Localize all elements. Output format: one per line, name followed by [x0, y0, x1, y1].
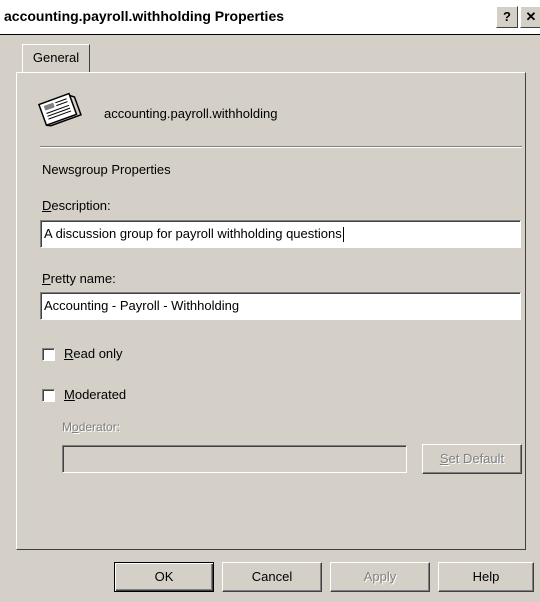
- read-only-label[interactable]: Read only: [64, 346, 123, 361]
- title-bar[interactable]: accounting.payroll.withholding Propertie…: [0, 0, 540, 35]
- separator: [40, 146, 522, 148]
- moderator-label: Moderator:: [62, 420, 121, 434]
- description-label: Description:: [42, 198, 111, 213]
- moderated-checkbox[interactable]: [42, 389, 55, 402]
- section-title: Newsgroup Properties: [42, 162, 171, 177]
- set-default-button: Set Default: [422, 444, 522, 474]
- cancel-button[interactable]: Cancel: [222, 562, 322, 592]
- tab-general[interactable]: General: [22, 44, 90, 72]
- description-field[interactable]: A discussion group for payroll withholdi…: [40, 220, 521, 248]
- help-title-button[interactable]: ?: [496, 6, 518, 28]
- pretty-name-label: Pretty name:: [42, 271, 116, 286]
- properties-dialog: accounting.payroll.withholding Propertie…: [0, 0, 540, 602]
- apply-button: Apply: [330, 562, 430, 592]
- ok-button[interactable]: OK: [114, 562, 214, 592]
- close-button[interactable]: ✕: [520, 6, 540, 28]
- tab-strip: General: [0, 34, 540, 74]
- window-title: accounting.payroll.withholding Propertie…: [4, 8, 285, 24]
- pretty-name-field[interactable]: Accounting - Payroll - Withholding: [40, 292, 521, 320]
- newsgroup-name: accounting.payroll.withholding: [104, 106, 278, 121]
- help-button[interactable]: Help: [438, 562, 534, 592]
- moderator-field: [62, 445, 407, 473]
- moderated-label[interactable]: Moderated: [64, 387, 126, 402]
- read-only-checkbox[interactable]: [42, 348, 55, 361]
- newsgroup-icon: [36, 90, 82, 130]
